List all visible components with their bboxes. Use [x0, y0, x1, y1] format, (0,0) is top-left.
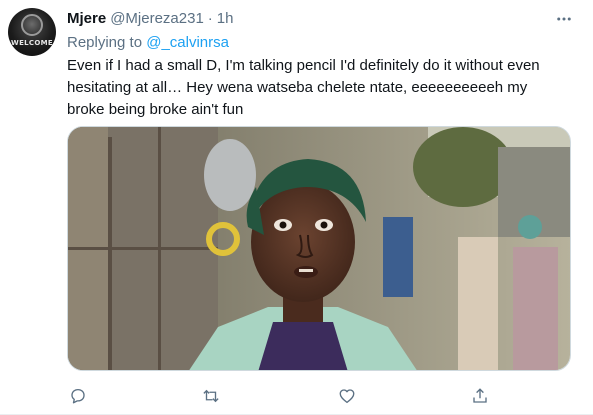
tweet-content: Mjere @Mjereza231 · 1h Replying to @_cal…	[67, 8, 573, 121]
replying-to: Replying to @_calvinrsa	[67, 33, 573, 53]
share-icon[interactable]	[469, 385, 491, 407]
tweet-header: Mjere @Mjereza231 · 1h	[67, 8, 573, 30]
author-handle[interactable]: @Mjereza231	[110, 8, 204, 30]
avatar-logo-text: WELCOME	[11, 39, 53, 47]
tweet-actions	[67, 385, 487, 407]
tweet[interactable]: WELCOME Mjere @Mjereza231 · 1h Replying …	[0, 0, 593, 415]
reply-icon[interactable]	[67, 385, 89, 407]
replying-mention[interactable]: @_calvinrsa	[146, 34, 229, 51]
media-illustration	[68, 127, 570, 370]
tweet-text: Even if I had a small D, I'm talking pen…	[67, 57, 540, 118]
more-icon[interactable]	[555, 8, 573, 30]
separator-dot: ·	[207, 10, 213, 27]
avatar[interactable]: WELCOME	[8, 8, 56, 56]
avatar-emblem	[21, 14, 43, 36]
tweet-time[interactable]: 1h	[217, 8, 234, 30]
author-name[interactable]: Mjere	[67, 8, 106, 30]
replying-label: Replying to	[67, 34, 143, 51]
tweet-media-image[interactable]	[67, 126, 571, 371]
retweet-icon[interactable]	[200, 385, 222, 407]
like-icon[interactable]	[336, 385, 358, 407]
